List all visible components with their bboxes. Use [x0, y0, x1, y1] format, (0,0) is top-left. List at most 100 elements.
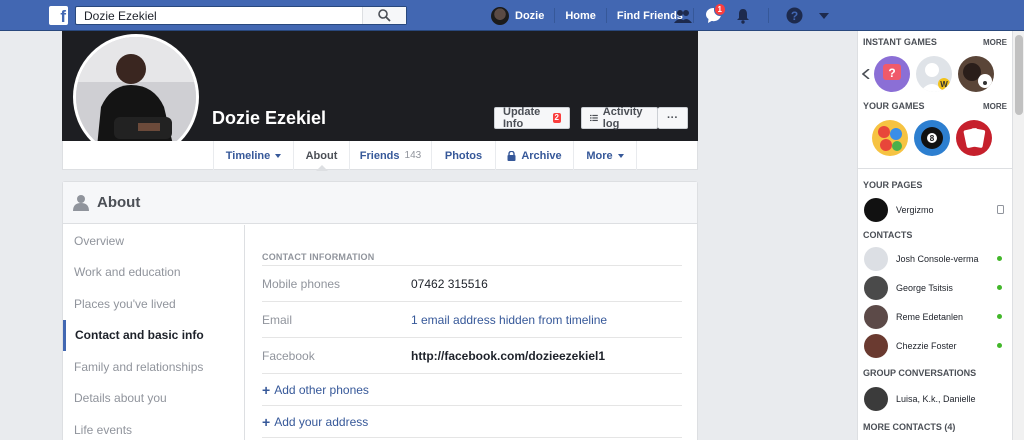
- instant-games-more-link[interactable]: MORE: [983, 38, 1007, 47]
- search-input[interactable]: [76, 7, 366, 24]
- contact-name: George Tsitsis: [896, 282, 953, 293]
- about-nav-contact-basic-info[interactable]: Contact and basic info: [63, 319, 244, 351]
- game-tile-bingo[interactable]: [872, 120, 908, 156]
- instant-games-title: INSTANT GAMES: [863, 37, 937, 47]
- svg-text:?: ?: [790, 9, 797, 23]
- game-tile-cards[interactable]: [956, 120, 992, 156]
- top-navigation-bar: f Dozie Home Find Friends 1 ?: [0, 0, 1024, 31]
- group-avatar: [864, 387, 888, 411]
- svg-text:8: 8: [930, 134, 935, 143]
- scrollbar-thumb[interactable]: [1015, 35, 1023, 115]
- contacts-title: CONTACTS: [863, 230, 913, 240]
- svg-text:?: ?: [888, 66, 895, 80]
- nav-home-link[interactable]: Home: [565, 10, 596, 22]
- contact-name: Reme Edetanlen: [896, 311, 964, 322]
- tab-friends-label: Friends: [359, 149, 400, 162]
- instant-games-row: ? W: [858, 51, 1012, 97]
- tab-friends[interactable]: Friends 143: [349, 141, 431, 170]
- activity-log-label: Activity log: [602, 106, 643, 130]
- messages-badge: 1: [713, 2, 726, 16]
- contact-item[interactable]: Josh Console-verma: [858, 244, 1012, 273]
- row-label: Facebook: [262, 348, 315, 363]
- caret-down-icon: [617, 154, 624, 161]
- tab-timeline-label: Timeline: [225, 149, 271, 162]
- notifications-bell-icon[interactable]: [732, 6, 754, 26]
- friend-requests-icon[interactable]: [672, 6, 694, 26]
- about-nav-overview[interactable]: Overview: [63, 225, 244, 257]
- tab-photos-label: Photos: [444, 149, 483, 162]
- about-nav-family-relationships[interactable]: Family and relationships: [63, 351, 244, 383]
- about-nav-life-events[interactable]: Life events: [63, 414, 244, 440]
- help-icon[interactable]: ?: [783, 6, 805, 26]
- activity-log-button[interactable]: Activity log: [581, 106, 658, 130]
- chevron-left-icon[interactable]: [862, 69, 870, 79]
- tab-about[interactable]: About: [293, 141, 349, 171]
- update-info-label: Update Info: [503, 106, 541, 130]
- game-tile-words[interactable]: W: [916, 56, 952, 92]
- about-nav-work-education[interactable]: Work and education: [63, 257, 244, 289]
- update-info-button[interactable]: Update Info 2: [494, 106, 570, 130]
- contact-avatar: [864, 304, 888, 329]
- facebook-url-value[interactable]: http://facebook.com/dozieezekiel1: [411, 349, 605, 363]
- info-row-mobile: Mobile phones 07462 315516: [262, 266, 682, 302]
- game-tile-quiz[interactable]: ?: [874, 56, 910, 92]
- messages-icon[interactable]: 1: [702, 2, 726, 26]
- tab-archive[interactable]: Archive: [495, 141, 573, 170]
- about-header: About: [63, 182, 697, 224]
- online-indicator-icon: [997, 343, 1002, 348]
- page-badge-icon: [997, 205, 1004, 214]
- page-item-vergizmo[interactable]: Vergizmo: [858, 194, 1012, 226]
- online-indicator-icon: [997, 314, 1002, 319]
- add-other-phones-link[interactable]: + Add other phones: [262, 374, 682, 406]
- row-label: Mobile phones: [262, 276, 341, 291]
- contact-avatar: [864, 275, 888, 300]
- more-contacts-header[interactable]: MORE CONTACTS (4): [858, 418, 1012, 436]
- contact-info-section: CONTACT INFORMATION Mobile phones 07462 …: [262, 225, 682, 438]
- person-icon: [73, 195, 89, 211]
- your-games-header: YOUR GAMES MORE: [858, 97, 1012, 115]
- plus-icon: +: [262, 413, 271, 430]
- more-contacts-title: MORE CONTACTS (4): [863, 422, 956, 432]
- about-title: About: [97, 194, 141, 211]
- group-conversations-header: GROUP CONVERSATIONS: [858, 364, 1012, 382]
- list-icon: [590, 114, 598, 122]
- tab-photos[interactable]: Photos: [431, 141, 495, 170]
- info-row-email: Email 1 email address hidden from timeli…: [262, 302, 682, 338]
- add-phones-label: Add other phones: [274, 382, 369, 397]
- tab-timeline[interactable]: Timeline: [213, 141, 293, 170]
- facebook-logo-icon[interactable]: f: [49, 6, 68, 25]
- group-conversation-item[interactable]: Luisa, K.k., Danielle: [858, 382, 1012, 416]
- your-games-row: 8: [858, 115, 1012, 161]
- add-address-link[interactable]: + Add your address: [262, 406, 682, 438]
- about-nav-details-about-you[interactable]: Details about you: [63, 383, 244, 415]
- more-dots-icon: ···: [667, 112, 678, 124]
- contact-item[interactable]: Chezzie Foster: [858, 331, 1012, 360]
- page-scrollbar[interactable]: [1012, 31, 1024, 440]
- about-card: About Overview Work and education Places…: [62, 181, 698, 440]
- search-box: [75, 6, 407, 25]
- tab-more[interactable]: More: [573, 141, 637, 170]
- tab-about-label: About: [305, 149, 338, 162]
- your-games-more-link[interactable]: MORE: [983, 102, 1007, 111]
- game-tile-8-ball[interactable]: 8: [914, 120, 950, 156]
- profile-name[interactable]: Dozie Ezekiel: [212, 108, 326, 129]
- game-tile-emoji[interactable]: [958, 56, 994, 92]
- about-nav-places-lived[interactable]: Places you've lived: [63, 288, 244, 320]
- contact-avatar: [864, 333, 888, 358]
- more-options-button[interactable]: ···: [658, 107, 688, 129]
- group-name: Luisa, K.k., Danielle: [896, 394, 976, 404]
- nav-user-name[interactable]: Dozie: [515, 10, 544, 22]
- add-address-label: Add your address: [274, 414, 369, 429]
- contact-item[interactable]: Reme Edetanlen: [858, 302, 1012, 331]
- online-indicator-icon: [997, 256, 1002, 261]
- svg-text:W: W: [940, 80, 948, 89]
- email-hidden-link[interactable]: 1 email address hidden from timeline: [411, 313, 607, 327]
- info-row-facebook: Facebook http://facebook.com/dozieezekie…: [262, 338, 682, 374]
- user-avatar[interactable]: [491, 6, 509, 25]
- search-button[interactable]: [362, 7, 406, 24]
- tab-archive-label: Archive: [521, 149, 562, 162]
- account-menu-chevron-icon[interactable]: [813, 6, 835, 26]
- nav-divider: [554, 8, 556, 23]
- your-games-title: YOUR GAMES: [863, 101, 925, 111]
- contact-item[interactable]: George Tsitsis: [858, 273, 1012, 302]
